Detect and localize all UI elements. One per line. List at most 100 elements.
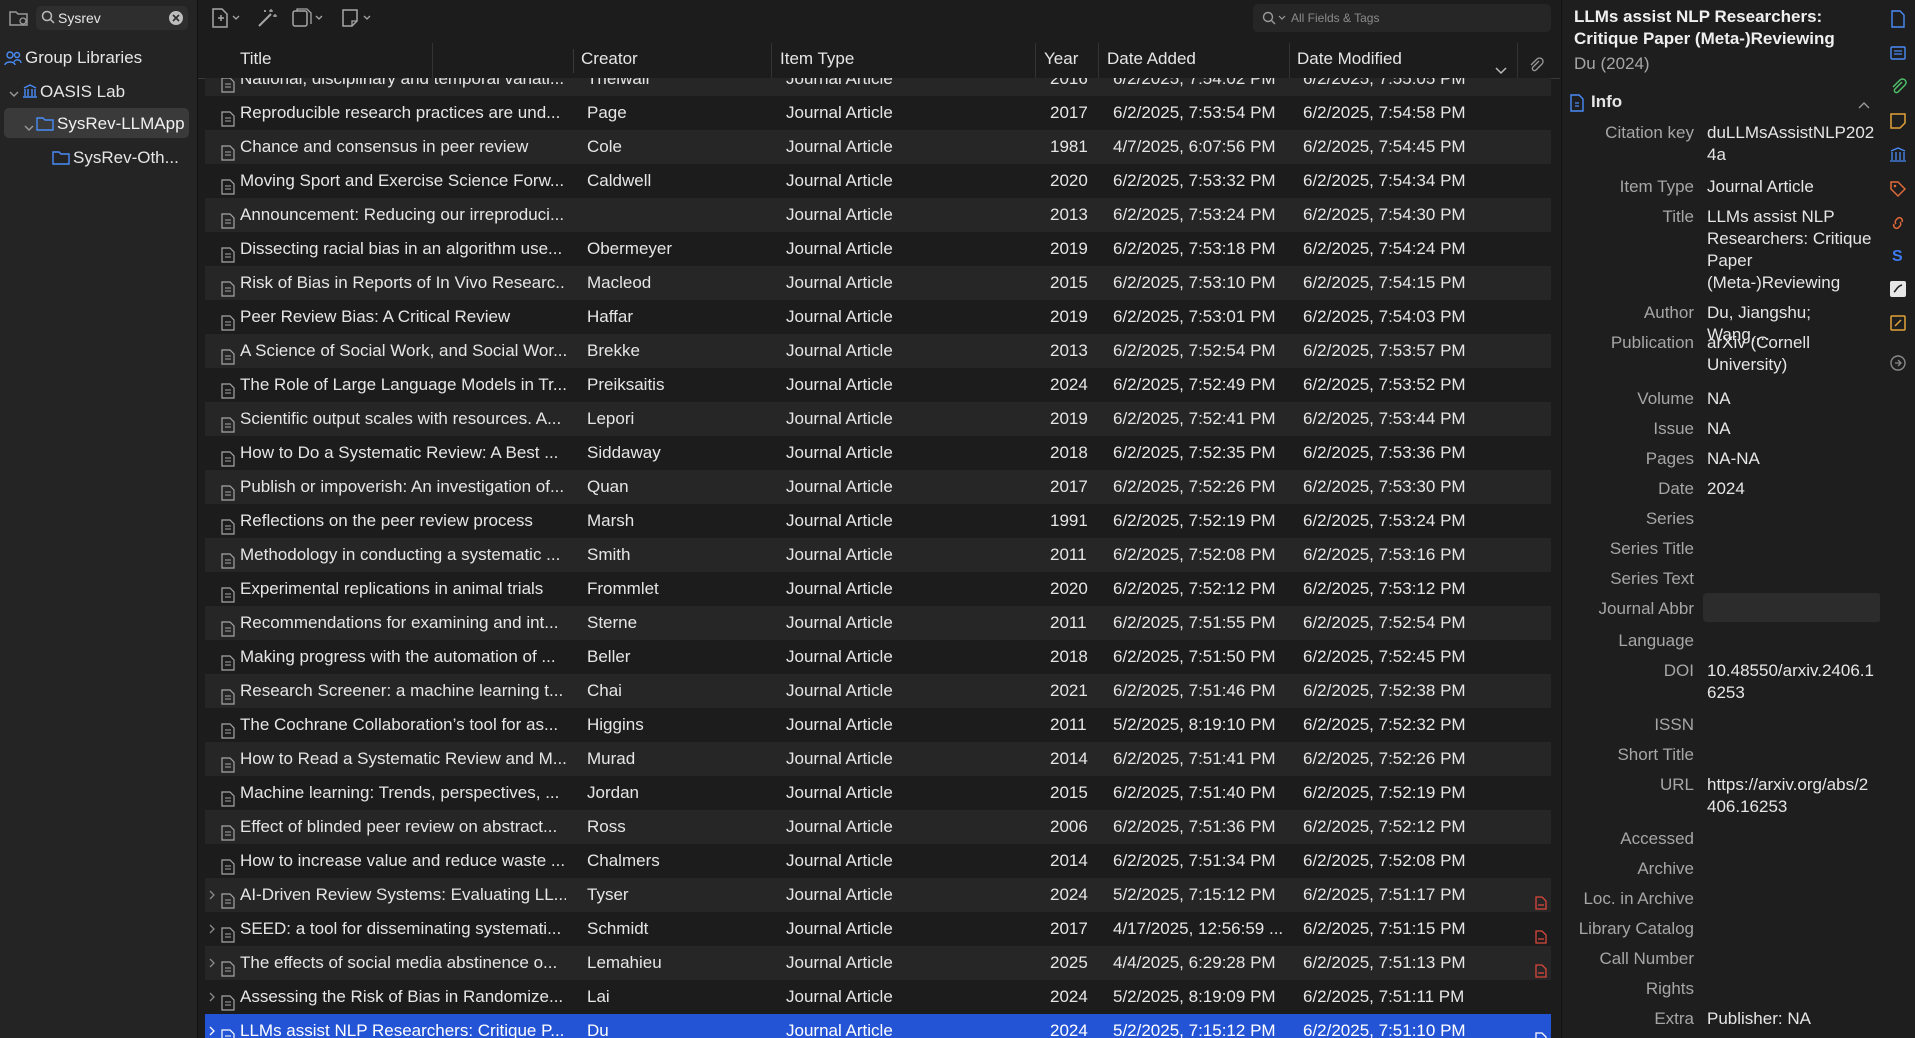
cell-title: Chance and consensus in peer review [240,137,529,156]
column-attachments[interactable] [1519,43,1553,78]
cell-item-type: Journal Article [786,783,893,802]
table-row[interactable]: The effects of social media abstinence o… [205,946,1551,980]
table-row[interactable]: Publish or impoverish: An investigation … [205,470,1551,504]
new-collection-icon[interactable] [8,8,32,30]
cell-creator: Cole [587,137,622,156]
chevron-right-icon[interactable] [207,1014,221,1038]
cell-date-added: 6/2/2025, 7:52:35 PM [1113,443,1276,462]
field-value[interactable] [1703,593,1880,622]
table-row[interactable]: Chance and consensus in peer review Cole J… [205,130,1551,164]
add-attachment-icon[interactable] [290,7,326,31]
edit-note-icon[interactable] [1889,314,1907,332]
tree-oasis-lab[interactable]: OASIS Lab [4,76,189,106]
cell-creator: Chalmers [587,851,660,870]
semantic-scholar-icon[interactable]: S [1889,246,1907,265]
table-row[interactable]: Experimental replications in animal tria… [205,572,1551,606]
column-date-added[interactable]: Date Added [1100,43,1290,78]
cell-date-added: 6/2/2025, 7:52:41 PM [1113,409,1276,428]
table-row[interactable]: Research Screener: a machine learning t.… [205,674,1551,708]
field-value[interactable]: NA-NA [1707,448,1877,470]
tree-sysrev-other[interactable]: SysRev-Oth... [4,142,189,172]
field-value[interactable]: https://arxiv.org/abs/2406.16253 [1707,774,1877,818]
table-row[interactable]: How to Do a Systematic Review: A Best ..… [205,436,1551,470]
chevron-down-icon[interactable] [9,84,19,104]
tree-group-libraries[interactable]: Group Libraries [4,42,189,72]
cell-year: 2024 [1050,1021,1088,1038]
table-row[interactable]: LLMs assist NLP Researchers: Critique P.… [205,1014,1551,1038]
table-row[interactable]: Machine learning: Trends, perspectives, … [205,776,1551,810]
related-section-icon[interactable] [1889,214,1907,232]
table-row[interactable]: The Role of Large Language Models in Tr.… [205,368,1551,402]
column-date-modified[interactable]: Date Modified [1290,43,1518,78]
collections-pane: Group Libraries OASIS Lab SysRev-LLMApp [0,0,198,1038]
search-icon[interactable] [1261,10,1287,31]
table-row[interactable]: Recommendations for examining and int...… [205,606,1551,640]
cell-date-added: 6/2/2025, 7:54:02 PM [1113,78,1276,88]
cell-title: How to increase value and reduce waste .… [240,851,566,870]
table-row[interactable]: Methodology in conducting a systematic .… [205,538,1551,572]
table-row[interactable]: National, disciplinary and temporal vari… [205,78,1551,96]
items-search-input[interactable] [1291,9,1541,27]
tags-section-icon[interactable] [1889,180,1907,198]
info-section-icon[interactable] [1889,10,1907,28]
abstract-section-icon[interactable] [1889,44,1907,62]
field-value[interactable]: LLMs assist NLP Researchers: Critique Pa… [1707,206,1877,294]
info-section-header[interactable]: Info [1569,90,1873,114]
collection-filter-input[interactable] [58,8,158,28]
cell-item-type: Journal Article [786,885,893,904]
table-row[interactable]: The Cochrane Collaboration’s tool for as… [205,708,1551,742]
cell-date-added: 5/2/2025, 7:15:12 PM [1113,1021,1276,1038]
notes-section-icon[interactable] [1889,112,1907,130]
table-row[interactable]: Effect of blinded peer review on abstrac… [205,810,1551,844]
field-value[interactable]: duLLMsAssistNLP2024a [1707,122,1877,166]
cell-item-type: Journal Article [786,817,893,836]
table-row[interactable]: Assessing the Risk of Bias in Randomize.… [205,980,1551,1014]
column-year[interactable]: Year [1037,43,1099,78]
cell-item-type: Journal Article [786,137,893,156]
new-item-icon[interactable] [210,7,242,31]
table-row[interactable]: Announcement: Reducing our irreproduci..… [205,198,1551,232]
cell-year: 2013 [1050,341,1088,360]
field-value[interactable]: 10.48550/arxiv.2406.16253 [1707,660,1877,704]
cell-creator: Jordan [587,783,639,802]
table-row[interactable]: A Science of Social Work, and Social Wor… [205,334,1551,368]
table-row[interactable]: AI-Driven Review Systems: Evaluating LL.… [205,878,1551,912]
table-row[interactable]: Dissecting racial bias in an algorithm u… [205,232,1551,266]
field-value[interactable]: NA [1707,388,1877,410]
libraries-collections-icon[interactable] [1889,146,1907,164]
field-value[interactable]: arXiv (Cornell University) [1707,332,1877,376]
new-note-icon[interactable] [340,7,376,31]
field-value[interactable]: Publisher: NA [1707,1008,1877,1030]
field-value[interactable]: 2024 [1707,478,1877,500]
table-row[interactable]: How to Read a Systematic Review and M...… [205,742,1551,776]
table-row[interactable]: Reflections on the peer review process Ma… [205,504,1551,538]
scite-icon[interactable] [1889,280,1907,298]
field-value[interactable]: NA [1707,418,1877,440]
table-row[interactable]: Moving Sport and Exercise Science Forw..… [205,164,1551,198]
chevron-up-icon[interactable] [1857,95,1871,115]
attachments-section-icon[interactable] [1889,78,1907,96]
table-row[interactable]: Peer Review Bias: A Critical Review Haffa… [205,300,1551,334]
items-search[interactable] [1253,4,1551,32]
field-value[interactable]: Journal Article [1707,176,1877,198]
collection-filter[interactable] [36,6,188,30]
column-item-type[interactable]: Item Type [773,43,1036,78]
field-label: Accessed [1620,829,1694,848]
column-title[interactable]: Title [233,43,433,78]
cell-item-type: Journal Article [786,205,893,224]
table-row[interactable]: Making progress with the automation of .… [205,640,1551,674]
cell-date-added: 5/2/2025, 8:19:10 PM [1113,715,1276,734]
cell-title: Assessing the Risk of Bias in Randomize.… [240,987,564,1006]
table-row[interactable]: SEED: a tool for disseminating systemati… [205,912,1551,946]
tree-sysrev-llmapp[interactable]: SysRev-LLMApp [4,108,189,138]
table-row[interactable]: Risk of Bias in Reports of In Vivo Resea… [205,266,1551,300]
table-row[interactable]: How to increase value and reduce waste .… [205,844,1551,878]
pdf-attachment-icon[interactable] [1535,1024,1549,1038]
magic-wand-icon[interactable] [256,7,278,31]
clear-icon[interactable] [168,10,184,31]
locate-icon[interactable] [1889,354,1907,372]
chevron-down-icon[interactable] [24,118,34,138]
table-row[interactable]: Reproducible research practices are und.… [205,96,1551,130]
column-creator[interactable]: Creator [574,43,772,78]
table-row[interactable]: Scientific output scales with resources.… [205,402,1551,436]
